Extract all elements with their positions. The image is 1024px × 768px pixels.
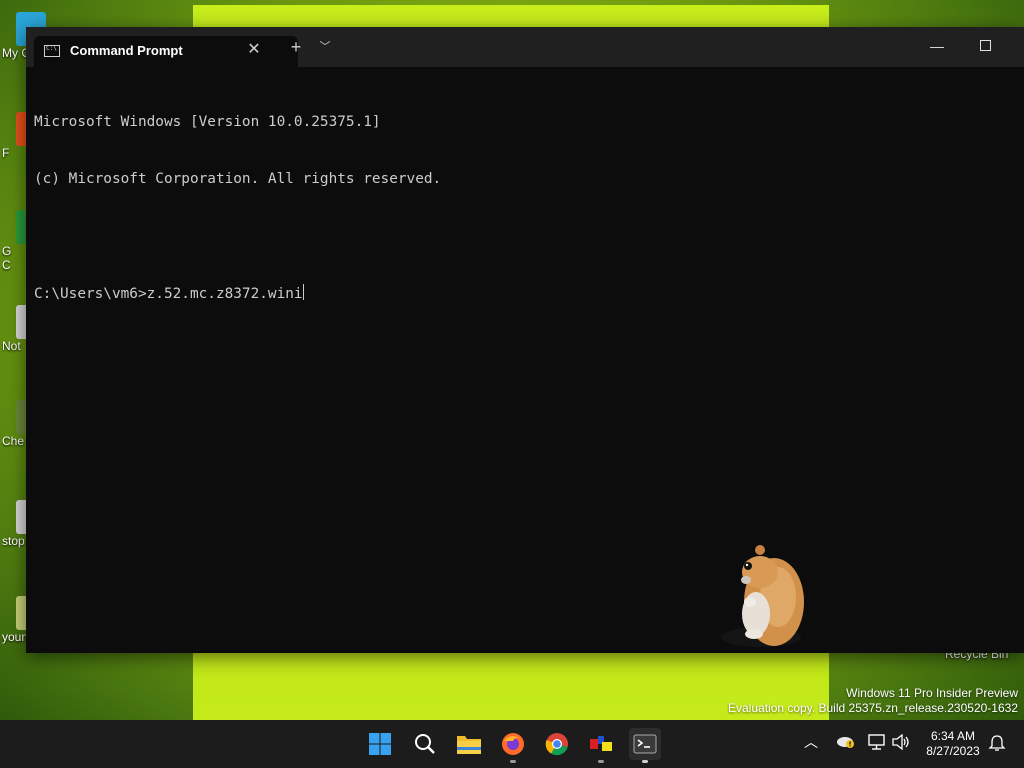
search-button[interactable] <box>409 728 441 760</box>
taskbar-clock[interactable]: 6:34 AM 8/27/2023 <box>920 729 986 759</box>
tab-title: Command Prompt <box>70 43 183 58</box>
console-line: Microsoft Windows [Version 10.0.25375.1] <box>34 114 381 130</box>
taskbar: ︿ 6:34 AM 8/27/2023 <box>0 720 1024 768</box>
console-prompt-line[interactable]: C:\Users\vm6>z.52.mc.z8372.wini <box>34 284 1014 303</box>
hamster-image <box>721 545 804 647</box>
maximize-icon <box>979 40 991 51</box>
running-indicator <box>510 760 516 763</box>
folder-icon <box>457 736 481 754</box>
firefox-button[interactable] <box>497 728 529 763</box>
notification-bell-icon[interactable] <box>988 734 1006 755</box>
tab-close-button[interactable]: ✕ <box>244 40 264 60</box>
search-icon <box>415 734 435 754</box>
maximize-button[interactable] <box>970 33 1000 61</box>
text-cursor <box>302 284 304 300</box>
minimize-button[interactable]: — <box>922 33 952 61</box>
firefox-icon <box>502 733 524 755</box>
command-prompt-window[interactable]: Command Prompt ✕ + ﹀ — Microsoft Windows… <box>26 27 1024 653</box>
clock-date: 8/27/2023 <box>926 744 980 758</box>
console-output[interactable]: Microsoft Windows [Version 10.0.25375.1]… <box>34 75 1014 643</box>
console-line: (c) Microsoft Corporation. All rights re… <box>34 171 442 187</box>
chrome-button[interactable] <box>541 728 573 760</box>
running-indicator <box>642 760 648 763</box>
command-input[interactable]: C:\Users\vm6>z.52.mc.z8372.wini <box>34 286 303 302</box>
show-hidden-icons-chevron-up-icon[interactable]: ︿ <box>804 732 818 752</box>
terminal-icon <box>633 734 657 754</box>
running-indicator <box>598 760 604 763</box>
app-icon <box>590 736 612 751</box>
watermark-line-2: Evaluation copy. Build 25375.zn_release.… <box>728 701 1018 715</box>
network-icon[interactable] <box>868 734 886 753</box>
evaluation-watermark: Windows 11 Pro Insider Preview Evaluatio… <box>728 686 1018 716</box>
volume-icon[interactable] <box>892 733 910 753</box>
clock-time: 6:34 AM <box>930 729 976 743</box>
tab-command-prompt[interactable]: Command Prompt ✕ <box>34 36 298 67</box>
window-titlebar[interactable]: Command Prompt ✕ + ﹀ — <box>26 27 1024 67</box>
chrome-icon <box>545 733 568 756</box>
new-tab-button[interactable]: + <box>284 35 308 59</box>
windows-start-icon <box>369 733 391 755</box>
onedrive-warning-icon[interactable] <box>836 733 856 752</box>
cmd-icon <box>44 45 60 57</box>
terminal-button[interactable] <box>629 728 661 763</box>
watermark-line-1: Windows 11 Pro Insider Preview <box>846 686 1018 700</box>
file-explorer-button[interactable] <box>453 728 485 760</box>
start-button[interactable] <box>364 728 396 760</box>
chevron-down-icon[interactable]: ﹀ <box>314 35 336 59</box>
app-button[interactable] <box>585 728 617 763</box>
